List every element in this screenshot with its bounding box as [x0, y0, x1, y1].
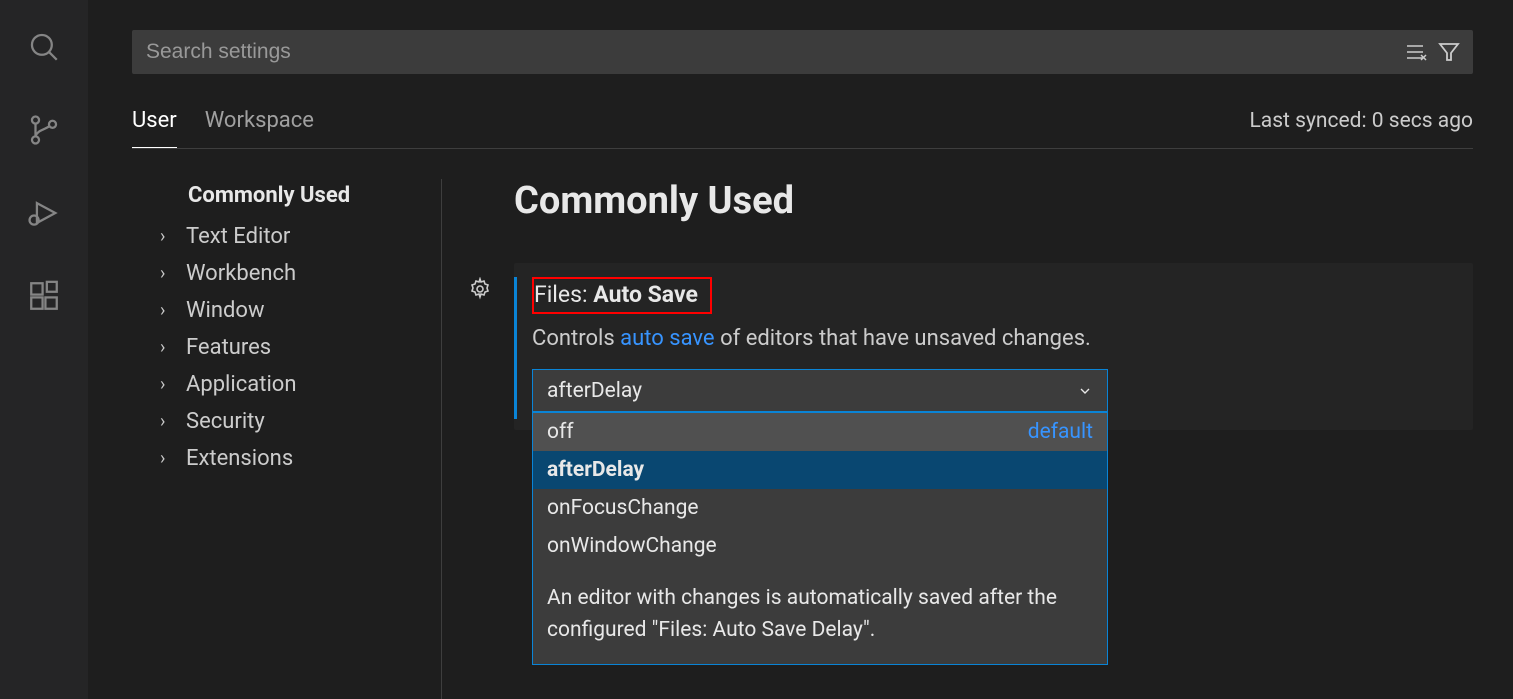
- search-icon[interactable]: [25, 28, 63, 66]
- nav-item-security[interactable]: ›Security: [160, 403, 441, 440]
- gear-icon[interactable]: [468, 277, 492, 301]
- chevron-down-icon: [1077, 383, 1093, 399]
- chevron-right-icon: ›: [160, 263, 178, 284]
- nav-item-text-editor[interactable]: ›Text Editor: [160, 218, 441, 255]
- option-description: An editor with changes is automatically …: [533, 565, 1107, 664]
- search-settings-box: [132, 30, 1473, 74]
- tab-workspace[interactable]: Workspace: [205, 108, 314, 148]
- option-afterdelay[interactable]: afterDelay: [533, 451, 1107, 489]
- source-control-icon[interactable]: [25, 111, 63, 149]
- chevron-right-icon: ›: [160, 411, 178, 432]
- nav-item-application[interactable]: ›Application: [160, 366, 441, 403]
- auto-save-dropdown: off default afterDelay onFocusChange onW…: [532, 412, 1108, 665]
- settings-main: User Workspace Last synced: 0 secs ago C…: [88, 0, 1513, 699]
- extensions-icon[interactable]: [25, 277, 63, 315]
- settings-panel: Commonly Used Files: Auto Save Controls …: [442, 179, 1473, 699]
- setting-title: Files: Auto Save: [534, 281, 698, 308]
- scope-tabs-row: User Workspace Last synced: 0 secs ago: [132, 108, 1473, 149]
- auto-save-select[interactable]: afterDelay: [532, 369, 1108, 412]
- search-actions: [1403, 40, 1461, 64]
- clear-search-icon[interactable]: [1403, 40, 1427, 64]
- tab-user[interactable]: User: [132, 108, 177, 148]
- default-tag: default: [1028, 420, 1093, 444]
- modified-indicator: [514, 277, 517, 419]
- debug-icon[interactable]: [25, 194, 63, 232]
- option-onfocuschange[interactable]: onFocusChange: [533, 489, 1107, 527]
- option-off[interactable]: off default: [533, 413, 1107, 451]
- setting-description: Controls auto save of editors that have …: [532, 326, 1455, 351]
- chevron-right-icon: ›: [160, 337, 178, 358]
- option-onwindowchange[interactable]: onWindowChange: [533, 527, 1107, 565]
- nav-heading-commonly-used[interactable]: Commonly Used: [160, 179, 441, 218]
- chevron-right-icon: ›: [160, 374, 178, 395]
- search-input[interactable]: [144, 40, 1403, 64]
- activity-bar: [0, 0, 88, 699]
- filter-icon[interactable]: [1437, 40, 1461, 64]
- nav-item-features[interactable]: ›Features: [160, 329, 441, 366]
- nav-item-window[interactable]: ›Window: [160, 292, 441, 329]
- chevron-right-icon: ›: [160, 448, 178, 469]
- chevron-right-icon: ›: [160, 226, 178, 247]
- auto-save-select-wrap: afterDelay off default afterDelay: [532, 369, 1108, 412]
- settings-nav: Commonly Used ›Text Editor ›Workbench ›W…: [132, 179, 442, 699]
- setting-title-highlight: Files: Auto Save: [532, 277, 712, 314]
- auto-save-link[interactable]: auto save: [620, 326, 714, 351]
- setting-files-auto-save: Files: Auto Save Controls auto save of e…: [514, 263, 1473, 430]
- nav-item-extensions[interactable]: ›Extensions: [160, 440, 441, 477]
- nav-item-workbench[interactable]: ›Workbench: [160, 255, 441, 292]
- sync-status: Last synced: 0 secs ago: [1249, 109, 1473, 147]
- chevron-right-icon: ›: [160, 300, 178, 321]
- selected-value: afterDelay: [547, 379, 642, 403]
- panel-title: Commonly Used: [514, 179, 1473, 223]
